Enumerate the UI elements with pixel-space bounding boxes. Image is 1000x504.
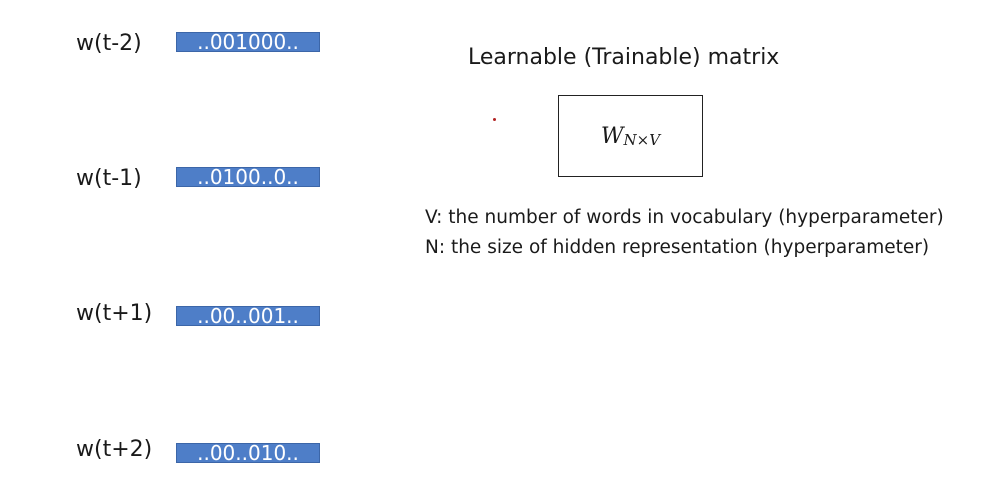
word-label-t-plus-2: w(t+2) — [76, 437, 153, 462]
matrix-subscript: N×V — [623, 131, 661, 149]
onehot-vector-t-minus-2: ..001000.. — [176, 32, 320, 52]
matrix-symbol: W — [600, 123, 624, 149]
hidden-size-definition: N: the size of hidden representation (hy… — [425, 237, 930, 258]
word-label-t-plus-1: w(t+1) — [76, 301, 153, 326]
marker-dot — [493, 118, 496, 121]
onehot-vector-t-plus-2: ..00..010.. — [176, 443, 320, 463]
word-label-t-minus-2: w(t-2) — [76, 31, 142, 56]
weight-matrix-box: W N×V — [558, 95, 703, 177]
onehot-vector-t-minus-1: ..0100..0.. — [176, 167, 320, 187]
matrix-title: Learnable (Trainable) matrix — [468, 45, 780, 70]
onehot-vector-t-plus-1: ..00..001.. — [176, 306, 320, 326]
word-label-t-minus-1: w(t-1) — [76, 166, 142, 191]
vocabulary-size-definition: V: the number of words in vocabulary (hy… — [425, 207, 944, 228]
